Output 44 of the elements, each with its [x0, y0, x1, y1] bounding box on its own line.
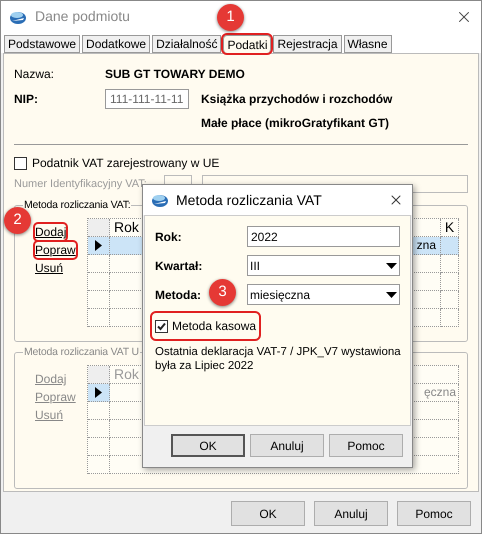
field-label: Kwartał: — [155, 258, 202, 272]
dropdown[interactable]: miesięczna — [247, 284, 400, 305]
nip-field[interactable]: 111-111-11-11 — [105, 89, 189, 109]
dialog-button[interactable]: Pomoc — [329, 434, 403, 457]
action-link[interactable]: Dodaj — [35, 224, 66, 240]
dialog-button[interactable]: Anuluj — [250, 434, 324, 457]
tab[interactable]: Rejestracja — [273, 35, 342, 53]
checkbox[interactable] — [155, 320, 168, 332]
dropdown-arrow-icon — [386, 262, 397, 268]
column-header: Rok — [114, 219, 139, 235]
tab[interactable]: Podstawowe — [4, 35, 80, 53]
column-header: K — [444, 219, 454, 235]
field-label: NIP: — [14, 91, 39, 108]
dropdown[interactable]: III — [247, 255, 400, 276]
tab[interactable]: Działalność — [152, 35, 222, 53]
field-label: Numer Identyfikacyjny VAT: — [14, 176, 148, 192]
dropdown-arrow-icon — [386, 292, 397, 298]
company-name: SUB GT TOWARY DEMO — [105, 66, 245, 83]
dialog-button[interactable]: Anuluj — [314, 501, 388, 526]
info-text: Książka przychodów i rozchodów — [201, 91, 392, 108]
checkbox-label: Metoda kasowa — [172, 318, 256, 335]
table-cell: zna — [416, 237, 436, 254]
tab[interactable]: Dodatkowe — [82, 35, 150, 53]
dialog-button[interactable]: OK — [171, 434, 245, 457]
dialog-button[interactable]: Pomoc — [397, 501, 471, 526]
tab[interactable]: Własne — [344, 35, 392, 53]
logo-icon — [151, 192, 169, 208]
dialog-button[interactable]: OK — [231, 501, 305, 526]
info-text: Ostatnia deklaracja VAT-7 / JPK_V7 wystawiona była za Lipiec 2022 — [155, 345, 402, 373]
tab[interactable]: Podatki — [223, 35, 272, 53]
checkbox-label: Podatnik VAT zarejestrowany w UE — [32, 155, 220, 172]
window-title: Dane podmiotu — [35, 7, 130, 26]
action-link[interactable]: Usuń — [35, 260, 64, 276]
field-label: Metoda: — [155, 288, 201, 302]
info-text: Małe płace (mikroGratyfikant GT) — [201, 116, 390, 130]
column-header: Rok — [114, 366, 139, 382]
field-label: Nazwa: — [14, 66, 56, 83]
row-pointer-icon — [95, 240, 102, 251]
row-pointer-icon — [95, 387, 102, 398]
table-cell: ęczna — [424, 384, 456, 401]
input-field[interactable]: 2022 — [247, 226, 400, 247]
field-label: Rok: — [155, 230, 182, 244]
action-link[interactable]: Popraw — [35, 242, 76, 258]
dialog-title: Metoda rozliczania VAT — [176, 190, 322, 210]
